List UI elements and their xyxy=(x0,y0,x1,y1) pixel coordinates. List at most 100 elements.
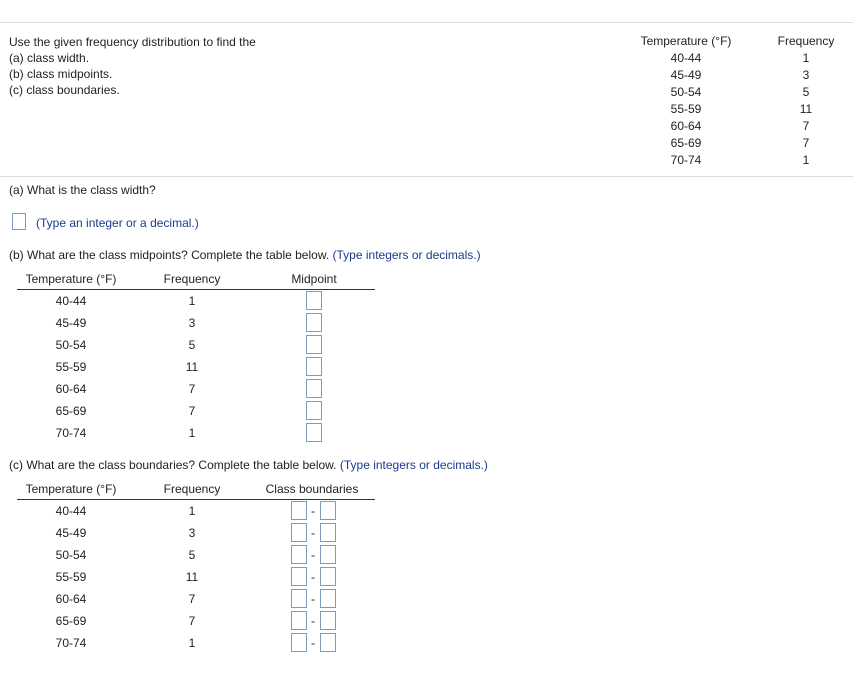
given-temp-cell: 60-64 xyxy=(670,119,702,133)
upper-boundary-input[interactable] xyxy=(320,589,336,608)
table-row: 70-74 1 - xyxy=(17,632,375,654)
boundary-separator: - xyxy=(311,614,315,628)
table-row: 55-59 11 - xyxy=(17,566,375,588)
instruction-line: (b) class midpoints. xyxy=(9,67,113,81)
table-row: 60-64 7 xyxy=(17,378,375,400)
upper-boundary-input[interactable] xyxy=(320,545,336,564)
table-row: 50-54 5 xyxy=(17,334,375,356)
part-b-question: (b) What are the class midpoints? Comple… xyxy=(9,248,330,262)
lower-boundary-input[interactable] xyxy=(291,611,307,630)
lower-boundary-input[interactable] xyxy=(291,633,307,652)
table-row: 45-49 3 - xyxy=(17,522,375,544)
given-temp-cell: 50-54 xyxy=(670,85,702,99)
table-row: 70-74 1 xyxy=(17,422,375,444)
col-class-boundaries-header: Class boundaries xyxy=(265,482,359,496)
part-b-question-line: (b) What are the class midpoints? Comple… xyxy=(9,248,481,262)
temp-cell: 55-59 xyxy=(55,360,87,374)
upper-boundary-input[interactable] xyxy=(320,611,336,630)
temp-cell: 60-64 xyxy=(55,382,87,396)
given-temperature-header: Temperature (°F) xyxy=(640,34,732,48)
upper-boundary-input[interactable] xyxy=(320,633,336,652)
boundary-separator: - xyxy=(311,592,315,606)
midpoint-input[interactable] xyxy=(306,423,322,442)
given-freq-cell: 7 xyxy=(802,119,810,133)
given-temp-cell: 65-69 xyxy=(670,136,702,150)
part-b-hint: (Type integers or decimals.) xyxy=(332,248,481,262)
col-temperature-header: Temperature (°F) xyxy=(25,272,117,286)
lower-boundary-input[interactable] xyxy=(291,501,307,520)
freq-cell: 11 xyxy=(185,360,199,374)
given-freq-cell: 5 xyxy=(802,85,810,99)
col-frequency-header: Frequency xyxy=(163,272,221,286)
boundary-separator: - xyxy=(311,548,315,562)
temp-cell: 65-69 xyxy=(55,614,87,628)
freq-cell: 3 xyxy=(188,316,196,330)
lower-boundary-input[interactable] xyxy=(291,523,307,542)
table-row: 65-69 7 - xyxy=(17,610,375,632)
temp-cell: 40-44 xyxy=(55,294,87,308)
given-temp-cell: 55-59 xyxy=(670,102,702,116)
upper-boundary-input[interactable] xyxy=(320,501,336,520)
midpoint-input[interactable] xyxy=(306,335,322,354)
given-temp-cell: 45-49 xyxy=(670,68,702,82)
mid-divider xyxy=(0,176,853,177)
temp-cell: 55-59 xyxy=(55,570,87,584)
midpoint-table-header: Temperature (°F) Frequency Midpoint xyxy=(17,270,375,290)
given-freq-cell: 11 xyxy=(799,102,813,116)
midpoint-input[interactable] xyxy=(306,291,322,310)
col-midpoint-header: Midpoint xyxy=(291,272,337,286)
given-temp-cell: 70-74 xyxy=(670,153,702,167)
boundary-separator: - xyxy=(311,526,315,540)
freq-cell: 1 xyxy=(188,504,196,518)
table-row: 40-44 1 - xyxy=(17,500,375,522)
table-row: 50-54 5 - xyxy=(17,544,375,566)
midpoint-input[interactable] xyxy=(306,401,322,420)
temp-cell: 70-74 xyxy=(55,636,87,650)
upper-boundary-input[interactable] xyxy=(320,523,336,542)
lower-boundary-input[interactable] xyxy=(291,589,307,608)
temp-cell: 45-49 xyxy=(55,526,87,540)
table-row: 45-49 3 xyxy=(17,312,375,334)
freq-cell: 11 xyxy=(185,570,199,584)
midpoint-input[interactable] xyxy=(306,313,322,332)
temp-cell: 50-54 xyxy=(55,548,87,562)
freq-cell: 7 xyxy=(188,404,196,418)
table-row: 40-44 1 xyxy=(17,290,375,312)
midpoint-input[interactable] xyxy=(306,379,322,398)
given-freq-cell: 1 xyxy=(802,51,810,65)
part-a-hint: (Type an integer or a decimal.) xyxy=(36,216,199,230)
freq-cell: 7 xyxy=(188,592,196,606)
table-row: 60-64 7 - xyxy=(17,588,375,610)
midpoint-input[interactable] xyxy=(306,357,322,376)
freq-cell: 3 xyxy=(188,526,196,540)
class-width-input[interactable] xyxy=(12,213,26,230)
instruction-line: (c) class boundaries. xyxy=(9,83,120,97)
temp-cell: 50-54 xyxy=(55,338,87,352)
instruction-line: Use the given frequency distribution to … xyxy=(9,35,256,49)
col-temperature-header: Temperature (°F) xyxy=(25,482,117,496)
freq-cell: 1 xyxy=(188,426,196,440)
freq-cell: 5 xyxy=(188,338,196,352)
given-temperature-column: Temperature (°F) 40-44 45-49 50-54 55-59… xyxy=(633,33,739,169)
part-c-question: (c) What are the class boundaries? Compl… xyxy=(9,458,337,472)
boundaries-table-header: Temperature (°F) Frequency Class boundar… xyxy=(17,480,375,500)
part-c-hint: (Type integers or decimals.) xyxy=(339,458,488,472)
given-freq-cell: 3 xyxy=(802,68,810,82)
temp-cell: 65-69 xyxy=(55,404,87,418)
instructions: Use the given frequency distribution to … xyxy=(9,34,256,98)
boundary-separator: - xyxy=(311,636,315,650)
given-temp-cell: 40-44 xyxy=(670,51,702,65)
upper-boundary-input[interactable] xyxy=(320,567,336,586)
given-frequency-header: Frequency xyxy=(777,34,835,48)
given-frequency-column: Frequency 1 3 5 11 7 7 1 xyxy=(768,33,844,169)
part-a-question: (a) What is the class width? xyxy=(9,183,156,197)
temp-cell: 70-74 xyxy=(55,426,87,440)
temp-cell: 45-49 xyxy=(55,316,87,330)
lower-boundary-input[interactable] xyxy=(291,545,307,564)
part-c-question-line: (c) What are the class boundaries? Compl… xyxy=(9,458,488,472)
freq-cell: 1 xyxy=(188,636,196,650)
given-freq-cell: 7 xyxy=(802,136,810,150)
temp-cell: 40-44 xyxy=(55,504,87,518)
freq-cell: 7 xyxy=(188,382,196,396)
lower-boundary-input[interactable] xyxy=(291,567,307,586)
